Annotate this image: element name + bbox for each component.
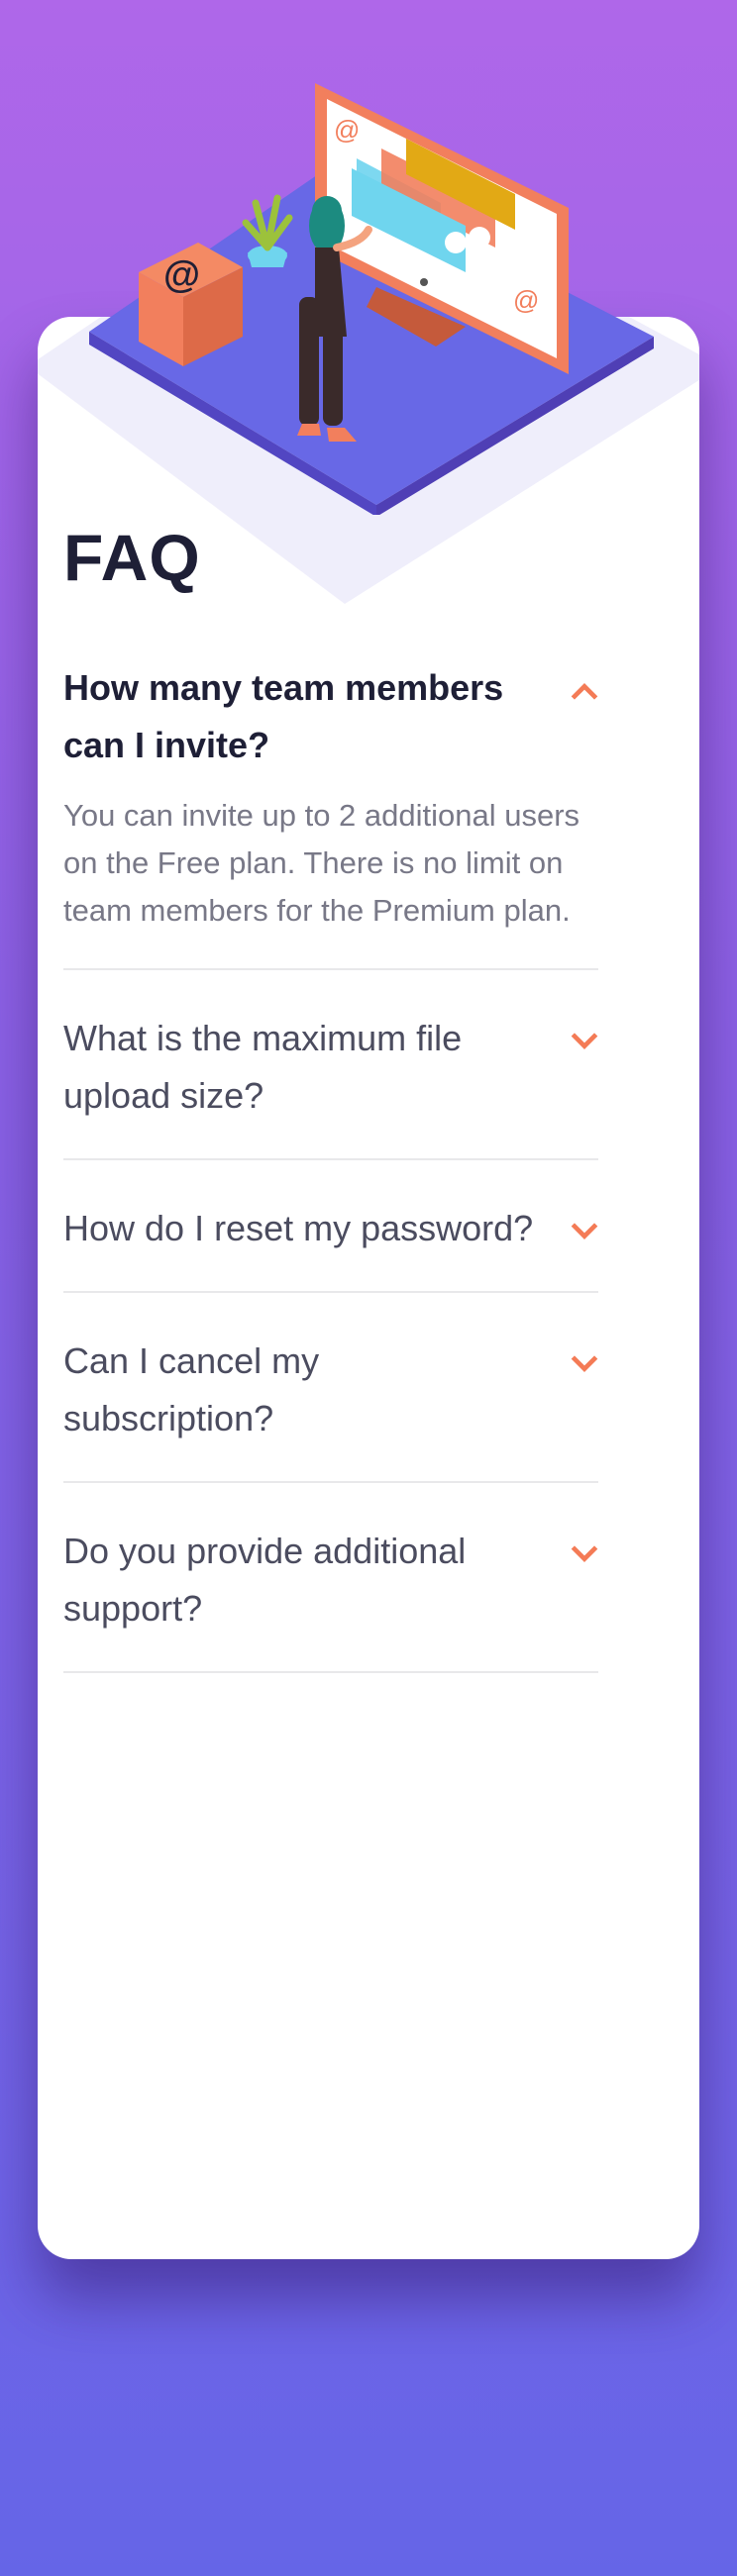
- faq-question-text: How do I reset my password?: [63, 1208, 534, 1248]
- chevron-down-icon: [571, 1355, 598, 1372]
- faq-question-toggle[interactable]: What is the maximum file upload size?: [63, 1010, 598, 1125]
- faq-item: How many team members can I invite? You …: [63, 659, 598, 970]
- svg-text:@: @: [334, 115, 360, 145]
- chevron-down-icon: [571, 1223, 598, 1239]
- faq-question-text: Do you provide additional support?: [63, 1531, 467, 1629]
- page-title: FAQ: [63, 521, 201, 594]
- faq-item: Can I cancel my subscription?: [63, 1333, 598, 1483]
- faq-item: What is the maximum file upload size?: [63, 1010, 598, 1160]
- chevron-down-icon: [571, 1033, 598, 1049]
- chevron-up-icon: [571, 683, 598, 700]
- woman-at-desk-illustration: @ @ @: [89, 83, 654, 515]
- svg-text:@: @: [163, 254, 200, 296]
- faq-content: FAQ How many team members can I invite? …: [63, 525, 598, 1713]
- faq-question-toggle[interactable]: Do you provide additional support?: [63, 1523, 598, 1637]
- faq-question-text: Can I cancel my subscription?: [63, 1340, 320, 1438]
- svg-text:@: @: [513, 285, 539, 315]
- faq-question-toggle[interactable]: How many team members can I invite?: [63, 659, 598, 774]
- faq-question-text: What is the maximum file upload size?: [63, 1018, 463, 1116]
- faq-question-toggle[interactable]: Can I cancel my subscription?: [63, 1333, 598, 1447]
- chevron-down-icon: [571, 1545, 598, 1562]
- faq-question-text: How many team members can I invite?: [63, 667, 504, 765]
- faq-question-toggle[interactable]: How do I reset my password?: [63, 1200, 598, 1257]
- faq-item: How do I reset my password?: [63, 1200, 598, 1293]
- faq-item: Do you provide additional support?: [63, 1523, 598, 1673]
- faq-list: How many team members can I invite? You …: [63, 659, 598, 1673]
- faq-answer: You can invite up to 2 additional users …: [63, 798, 580, 928]
